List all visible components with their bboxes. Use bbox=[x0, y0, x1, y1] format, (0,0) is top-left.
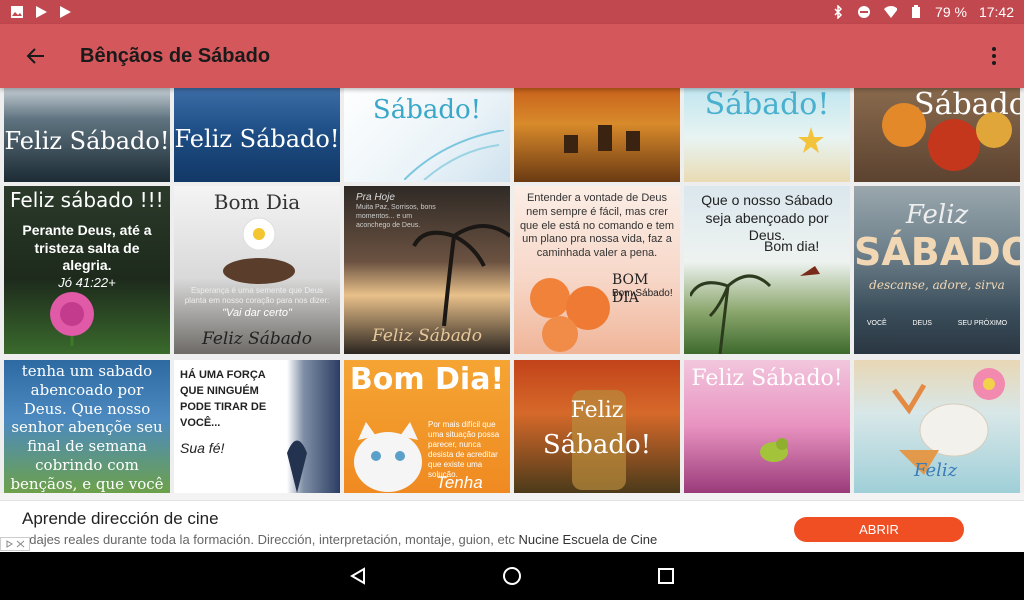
back-triangle-icon[interactable] bbox=[346, 564, 370, 588]
ad-description-text: odajes reales durante toda la formación.… bbox=[22, 532, 515, 547]
tile-body: Perante Deus, até a tristeza salta de al… bbox=[22, 222, 152, 273]
tile-body: HÁ UMA FORÇA QUE NINGUÉM PODE TIRAR DE V… bbox=[180, 369, 267, 429]
image-tile[interactable]: Bom Dia! Por mais difícil que uma situaç… bbox=[344, 360, 510, 493]
image-grid: Feliz Sábado! Feliz Sábado! Sábado! Sába… bbox=[0, 88, 1024, 493]
image-tile[interactable]: Feliz Sábado! bbox=[514, 360, 680, 493]
status-bar: 79 % 17:42 bbox=[0, 0, 1024, 24]
tile-body: Que o nosso Sábado seja abençoado por De… bbox=[701, 192, 833, 243]
play-store-icon bbox=[34, 5, 48, 19]
recents-square-icon[interactable] bbox=[654, 564, 678, 588]
app-bar: Bênçãos de Sábado bbox=[0, 24, 1024, 88]
battery-icon bbox=[909, 5, 923, 19]
image-tile[interactable]: Entender a vontade de Deus nem sempre é … bbox=[514, 186, 680, 354]
tile-title: Pra Hoje bbox=[356, 192, 395, 203]
page-title: Bênçãos de Sábado bbox=[80, 44, 271, 67]
image-icon bbox=[10, 5, 24, 19]
tile-quote: "Vai dar certo" bbox=[222, 307, 292, 319]
image-tile[interactable]: Feliz Sábado! bbox=[4, 88, 170, 182]
tile-title: Feliz bbox=[905, 200, 969, 230]
play-store-icon bbox=[58, 5, 72, 19]
image-tile[interactable]: Que o nosso Sábado seja abençoado por De… bbox=[684, 186, 850, 354]
tile-footer: Sábado! bbox=[542, 430, 652, 460]
do-not-disturb-icon bbox=[857, 5, 871, 19]
tile-footer: Feliz bbox=[914, 460, 958, 481]
tile-footer-2: Bom Sábado! bbox=[612, 288, 673, 299]
tile-title: Bom Dia bbox=[213, 190, 301, 214]
image-tile[interactable]: Feliz Sábado! bbox=[684, 360, 850, 493]
tile-subtitle: descanse, adore, sirva bbox=[869, 278, 1005, 292]
tile-label: VOCÊ bbox=[866, 320, 887, 327]
tile-title: Feliz Sábado! bbox=[691, 366, 843, 391]
clock: 17:42 bbox=[978, 4, 1014, 20]
battery-percent: 79 % bbox=[935, 4, 967, 20]
home-circle-icon[interactable] bbox=[500, 564, 524, 588]
overflow-menu-button[interactable] bbox=[964, 24, 1024, 88]
ad-title[interactable]: Aprende dirección de cine bbox=[22, 509, 219, 529]
ad-description: odajes reales durante toda la formación.… bbox=[22, 532, 722, 547]
tile-label: DEUS bbox=[912, 320, 932, 327]
tile-title: Feliz sábado !!! bbox=[10, 188, 164, 212]
tile-body: Entender a vontade de Deus nem sempre é … bbox=[519, 192, 675, 259]
ad-banner[interactable]: Aprende dirección de cine odajes reales … bbox=[0, 500, 1024, 552]
tile-title: Feliz bbox=[570, 398, 624, 423]
navigation-bar bbox=[0, 552, 1024, 600]
image-tile[interactable]: Feliz SÁBADO descanse, adore, sirva VOCÊ… bbox=[854, 186, 1020, 354]
image-tile[interactable]: HÁ UMA FORÇA QUE NINGUÉM PODE TIRAR DE V… bbox=[174, 360, 340, 493]
image-tile[interactable]: Sábado! bbox=[684, 88, 850, 182]
tile-caption: Sábado! bbox=[704, 88, 830, 122]
wifi-icon bbox=[883, 5, 898, 19]
image-tile[interactable]: Feliz bbox=[854, 360, 1020, 493]
tile-labels: VOCÊ DEUS SEU PRÓXIMO bbox=[854, 320, 1020, 327]
arrow-back-icon bbox=[26, 48, 44, 64]
tile-caption: Feliz Sábado! bbox=[174, 125, 340, 153]
more-vert-icon bbox=[992, 47, 996, 65]
image-tile[interactable]: Sábado! bbox=[344, 88, 510, 182]
tile-title: Bom Dia! bbox=[349, 362, 505, 397]
image-tile[interactable]: Sábado bbox=[854, 88, 1020, 182]
ad-open-button[interactable]: ABRIR bbox=[794, 517, 964, 542]
tile-footer: Feliz Sábado bbox=[201, 329, 313, 349]
tile-label: SEU PRÓXIMO bbox=[957, 320, 1008, 327]
tile-body: Esperança é uma semente que Deus planta … bbox=[184, 286, 330, 305]
bluetooth-icon bbox=[831, 5, 845, 19]
screen: 79 % 17:42 Bênçãos de Sábado Feliz Sábad… bbox=[0, 0, 1024, 600]
image-tile[interactable] bbox=[514, 88, 680, 182]
tile-footer: Feliz Sábado bbox=[371, 326, 483, 346]
tile-footer: Bom dia! bbox=[764, 238, 820, 254]
ad-advertiser: Nucine Escuela de Cine bbox=[518, 532, 658, 547]
back-button[interactable] bbox=[0, 24, 72, 88]
image-tile[interactable]: Pra Hoje Muita Paz, Sorrisos, bons momen… bbox=[344, 186, 510, 354]
tile-footer: Tenha Fé bbox=[436, 473, 483, 492]
image-tile[interactable]: tenha um sabado abencoado por Deus. Que … bbox=[4, 360, 170, 493]
tile-caption: Sábado! bbox=[372, 95, 482, 125]
tile-caption: Feliz Sábado! bbox=[4, 127, 170, 155]
tile-big-text: SÁBADO bbox=[854, 230, 1020, 274]
image-tile[interactable]: Bom Dia Esperança é uma semente que Deus… bbox=[174, 186, 340, 354]
tile-body: Por mais difícil que uma situação possa … bbox=[428, 420, 500, 479]
image-tile[interactable]: Feliz sábado !!! Perante Deus, até a tri… bbox=[4, 186, 170, 354]
ad-choices-icon[interactable] bbox=[0, 537, 30, 551]
tile-body: tenha um sabado abencoado por Deus. Que … bbox=[10, 362, 164, 493]
image-tile[interactable]: Feliz Sábado! bbox=[174, 88, 340, 182]
